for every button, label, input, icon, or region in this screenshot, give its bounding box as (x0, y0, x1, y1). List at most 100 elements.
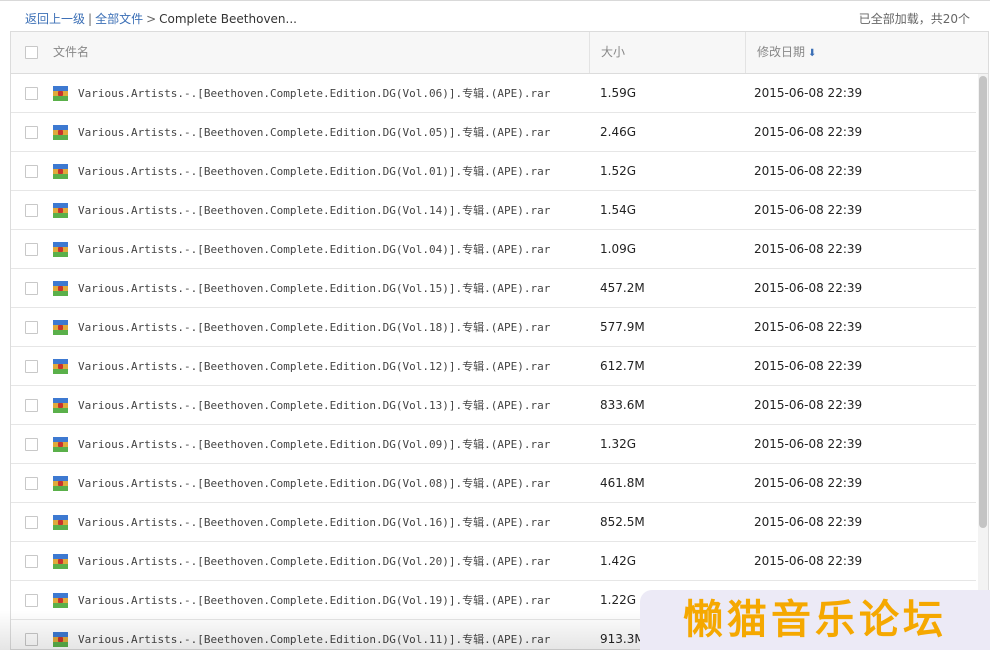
rar-archive-icon (53, 86, 68, 101)
file-name[interactable]: Various.Artists.-.[Beethoven.Complete.Ed… (78, 386, 550, 425)
file-size: 833.6M (600, 398, 645, 412)
table-row[interactable]: Various.Artists.-.[Beethoven.Complete.Ed… (11, 308, 976, 347)
row-checkbox[interactable] (25, 594, 38, 607)
column-name-header[interactable]: 文件名 (53, 32, 89, 73)
rar-archive-icon (53, 515, 68, 530)
file-size: 1.09G (600, 242, 637, 256)
file-name[interactable]: Various.Artists.-.[Beethoven.Complete.Ed… (78, 113, 550, 152)
file-size: 1.22G (600, 593, 637, 607)
file-size: 1.32G (600, 437, 637, 451)
file-name[interactable]: Various.Artists.-.[Beethoven.Complete.Ed… (78, 503, 550, 542)
table-row[interactable]: Various.Artists.-.[Beethoven.Complete.Ed… (11, 347, 976, 386)
file-size: 852.5M (600, 515, 645, 529)
file-size: 1.52G (600, 164, 637, 178)
loaded-status: 已全部加载，共20个 (858, 12, 970, 26)
select-all-checkbox[interactable] (25, 46, 38, 59)
row-checkbox[interactable] (25, 321, 38, 334)
table-row[interactable]: Various.Artists.-.[Beethoven.Complete.Ed… (11, 152, 976, 191)
file-name[interactable]: Various.Artists.-.[Beethoven.Complete.Ed… (78, 464, 550, 503)
table-row[interactable]: Various.Artists.-.[Beethoven.Complete.Ed… (11, 425, 976, 464)
table-row[interactable]: Various.Artists.-.[Beethoven.Complete.Ed… (11, 542, 976, 581)
row-checkbox[interactable] (25, 204, 38, 217)
file-date: 2015-06-08 22:39 (754, 125, 863, 139)
breadcrumb: 返回上一级 | 全部文件 > Complete Beethoven... (25, 10, 297, 27)
file-name[interactable]: Various.Artists.-.[Beethoven.Complete.Ed… (78, 425, 550, 464)
file-table: 文件名 大小 修改日期 ⬇ Various.Artists.-.[Beethove… (10, 31, 989, 650)
table-row[interactable]: Various.Artists.-.[Beethoven.Complete.Ed… (11, 74, 976, 113)
scrollbar[interactable] (978, 74, 988, 649)
file-size: 577.9M (600, 320, 645, 334)
row-checkbox[interactable] (25, 399, 38, 412)
file-date: 2015-06-08 22:39 (754, 476, 863, 490)
column-divider (745, 32, 746, 73)
row-checkbox[interactable] (25, 438, 38, 451)
all-files-link[interactable]: 全部文件 (95, 12, 143, 26)
column-size-header[interactable]: 大小 (601, 32, 625, 73)
file-date: 2015-06-08 22:39 (754, 554, 863, 568)
row-checkbox[interactable] (25, 126, 38, 139)
file-name[interactable]: Various.Artists.-.[Beethoven.Complete.Ed… (78, 269, 550, 308)
table-row[interactable]: Various.Artists.-.[Beethoven.Complete.Ed… (11, 269, 976, 308)
table-row[interactable]: Various.Artists.-.[Beethoven.Complete.Ed… (11, 503, 976, 542)
file-size: 612.7M (600, 359, 645, 373)
file-size: 457.2M (600, 281, 645, 295)
rar-archive-icon (53, 359, 68, 374)
back-link[interactable]: 返回上一级 (25, 12, 85, 26)
rar-archive-icon (53, 164, 68, 179)
sort-desc-icon[interactable]: ⬇ (808, 33, 816, 74)
row-checkbox[interactable] (25, 165, 38, 178)
file-size: 461.8M (600, 476, 645, 490)
file-date: 2015-06-08 22:39 (754, 86, 863, 100)
file-name[interactable]: Various.Artists.-.[Beethoven.Complete.Ed… (78, 581, 550, 620)
file-name[interactable]: Various.Artists.-.[Beethoven.Complete.Ed… (78, 191, 550, 230)
row-checkbox[interactable] (25, 555, 38, 568)
rar-archive-icon (53, 398, 68, 413)
file-date: 2015-06-08 22:39 (754, 242, 863, 256)
rar-archive-icon (53, 242, 68, 257)
file-name[interactable]: Various.Artists.-.[Beethoven.Complete.Ed… (78, 542, 550, 581)
file-date: 2015-06-08 22:39 (754, 203, 863, 217)
table-header: 文件名 大小 修改日期 ⬇ (11, 32, 988, 74)
current-folder: Complete Beethoven... (159, 12, 297, 26)
file-list: Various.Artists.-.[Beethoven.Complete.Ed… (11, 74, 976, 649)
file-date: 2015-06-08 22:39 (754, 164, 863, 178)
column-date-label: 修改日期 (757, 45, 806, 59)
scrollbar-thumb[interactable] (979, 76, 987, 528)
file-size: 1.42G (600, 554, 637, 568)
file-date: 2015-06-08 22:39 (754, 359, 863, 373)
row-checkbox[interactable] (25, 243, 38, 256)
file-name[interactable]: Various.Artists.-.[Beethoven.Complete.Ed… (78, 347, 550, 386)
row-checkbox[interactable] (25, 633, 38, 646)
row-checkbox[interactable] (25, 477, 38, 490)
table-row[interactable]: Various.Artists.-.[Beethoven.Complete.Ed… (11, 464, 976, 503)
rar-archive-icon (53, 281, 68, 296)
file-date: 2015-06-08 22:39 (754, 398, 863, 412)
column-date-header[interactable]: 修改日期 ⬇ (757, 32, 816, 73)
rar-archive-icon (53, 320, 68, 335)
rar-archive-icon (53, 632, 68, 647)
file-name[interactable]: Various.Artists.-.[Beethoven.Complete.Ed… (78, 152, 550, 191)
table-row[interactable]: Various.Artists.-.[Beethoven.Complete.Ed… (11, 386, 976, 425)
rar-archive-icon (53, 203, 68, 218)
file-name[interactable]: Various.Artists.-.[Beethoven.Complete.Ed… (78, 620, 550, 649)
file-date: 2015-06-08 22:39 (754, 515, 863, 529)
breadcrumb-bar: 返回上一级 | 全部文件 > Complete Beethoven... 已全部加载，共… (0, 0, 990, 32)
file-name[interactable]: Various.Artists.-.[Beethoven.Complete.Ed… (78, 308, 550, 347)
file-size: 913.3M (600, 632, 645, 646)
file-size: 1.59G (600, 86, 637, 100)
table-row[interactable]: Various.Artists.-.[Beethoven.Complete.Ed… (11, 191, 976, 230)
rar-archive-icon (53, 593, 68, 608)
row-checkbox[interactable] (25, 87, 38, 100)
file-name[interactable]: Various.Artists.-.[Beethoven.Complete.Ed… (78, 74, 550, 113)
table-row[interactable]: Various.Artists.-.[Beethoven.Complete.Ed… (11, 230, 976, 269)
rar-archive-icon (53, 437, 68, 452)
breadcrumb-arrow: > (146, 12, 157, 26)
rar-archive-icon (53, 125, 68, 140)
table-row[interactable]: Various.Artists.-.[Beethoven.Complete.Ed… (11, 113, 976, 152)
breadcrumb-separator: | (88, 12, 93, 26)
row-checkbox[interactable] (25, 360, 38, 373)
row-checkbox[interactable] (25, 516, 38, 529)
row-checkbox[interactable] (25, 282, 38, 295)
column-divider (589, 32, 590, 73)
file-name[interactable]: Various.Artists.-.[Beethoven.Complete.Ed… (78, 230, 550, 269)
